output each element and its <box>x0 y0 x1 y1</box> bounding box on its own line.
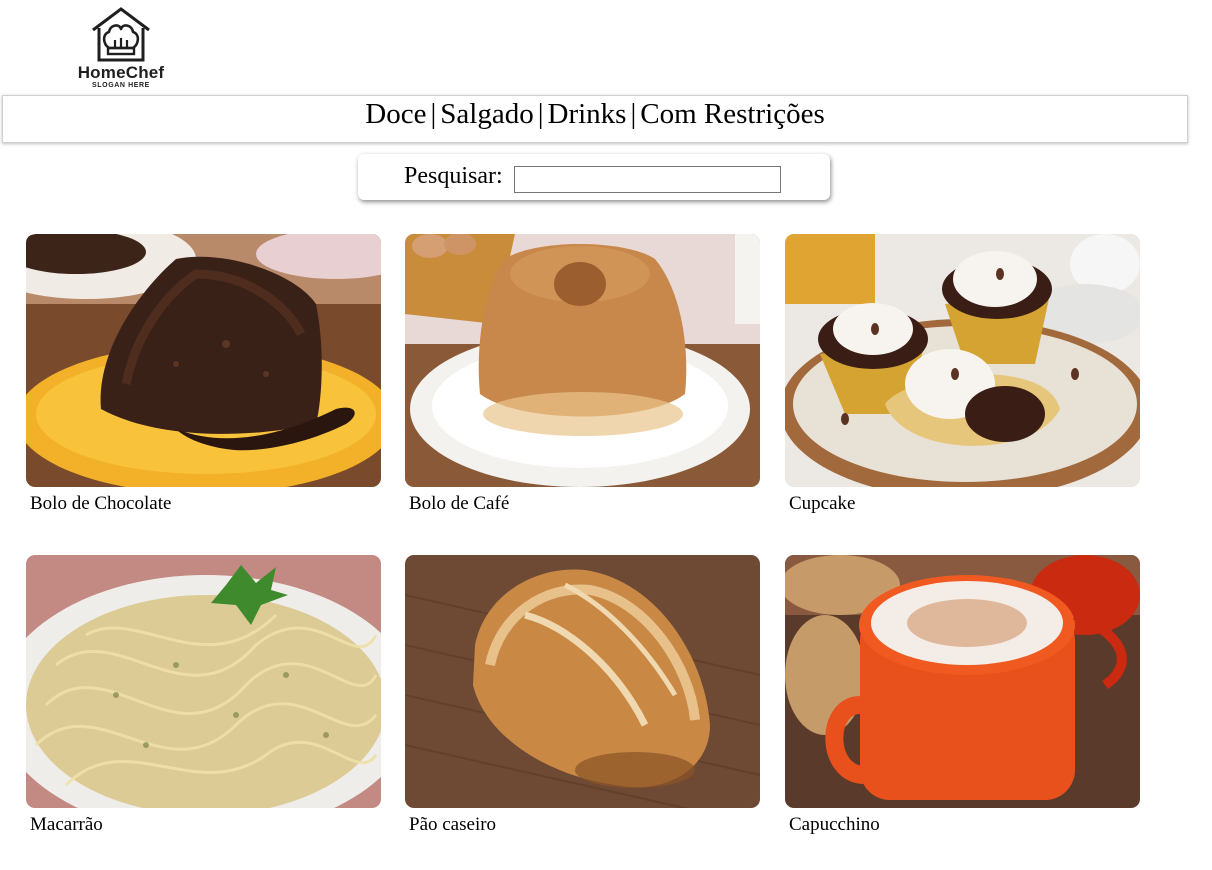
homemade-bread-photo[interactable] <box>405 555 760 808</box>
recipe-title[interactable]: Pão caseiro <box>405 814 761 836</box>
nav-link-doce[interactable]: Doce <box>365 98 426 130</box>
chef-hat-house-icon <box>92 7 150 62</box>
nav-separator: | <box>630 98 637 130</box>
recipe-card[interactable]: Bolo de Chocolate <box>26 234 382 515</box>
cupcake-photo[interactable] <box>785 234 1140 487</box>
nav-link-drinks[interactable]: Drinks <box>548 98 627 130</box>
coffee-cake-photo[interactable] <box>405 234 760 487</box>
recipe-card[interactable]: Capucchino <box>785 555 1141 836</box>
nav-separator: | <box>537 98 544 130</box>
nav-link-com-restricoes[interactable]: Com Restrições <box>640 98 824 130</box>
page: HomeChef SLOGAN HERE Doce | Salgado | Drinks… <box>0 0 1212 870</box>
nav-separator: | <box>430 98 437 130</box>
logo[interactable]: HomeChef SLOGAN HERE <box>62 6 180 94</box>
search-input[interactable] <box>514 166 781 193</box>
recipe-card[interactable]: Macarrão <box>26 555 382 836</box>
cappuccino-photo[interactable] <box>785 555 1140 808</box>
spaghetti-photo[interactable] <box>26 555 381 808</box>
recipe-card[interactable]: Bolo de Café <box>405 234 761 515</box>
search-box: Pesquisar: <box>358 154 830 200</box>
chocolate-cake-photo[interactable] <box>26 234 381 487</box>
logo-name: HomeChef <box>77 63 165 82</box>
recipe-card[interactable]: Cupcake <box>785 234 1141 515</box>
recipe-card[interactable]: Pão caseiro <box>405 555 761 836</box>
recipe-title[interactable]: Cupcake <box>785 493 1141 515</box>
nav-link-salgado[interactable]: Salgado <box>440 98 533 130</box>
recipe-title[interactable]: Macarrão <box>26 814 382 836</box>
recipe-title[interactable]: Bolo de Chocolate <box>26 493 382 515</box>
category-nav: Doce | Salgado | Drinks | Com Restrições <box>2 95 1188 143</box>
search-label: Pesquisar: <box>404 163 503 189</box>
logo-slogan: SLOGAN HERE <box>92 82 150 89</box>
recipe-title[interactable]: Bolo de Café <box>405 493 761 515</box>
recipe-title[interactable]: Capucchino <box>785 814 1141 836</box>
